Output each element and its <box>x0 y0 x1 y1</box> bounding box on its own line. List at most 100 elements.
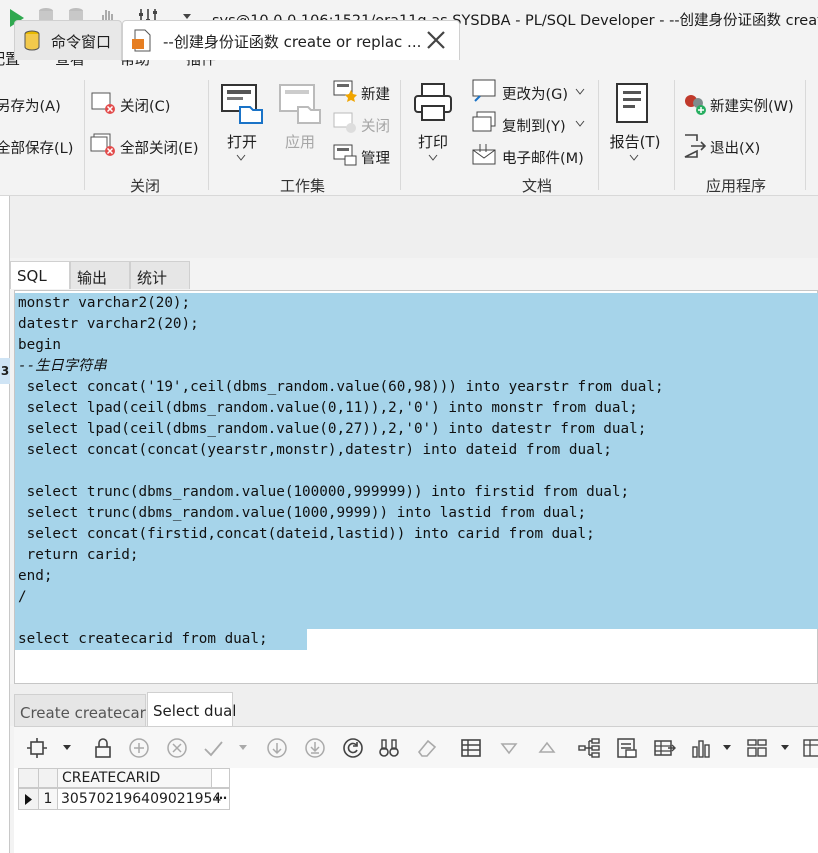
code-line: datestr varchar2(20); <box>18 316 199 332</box>
code-line: select lpad(ceil(dbms_random.value(0,11)… <box>18 400 638 416</box>
new-workset-icon <box>333 80 357 102</box>
exit-icon <box>684 134 707 158</box>
manage-workset-button[interactable]: 管理 <box>361 147 390 168</box>
left-panel-edge[interactable] <box>0 196 10 853</box>
apply-workset-icon <box>279 84 321 124</box>
record-selector-icon[interactable] <box>26 737 48 759</box>
new-instance-button[interactable]: 新建实例(W) <box>710 95 794 116</box>
exit-button[interactable]: 退出(X) <box>710 137 760 158</box>
report-button[interactable]: 报告(T) <box>606 131 664 152</box>
close-workset-button[interactable]: 关闭 <box>361 115 390 136</box>
workset-group-label: 工作集 <box>280 177 326 195</box>
tab-label: 命令窗口 <box>51 33 112 51</box>
layout-icon[interactable] <box>746 737 768 759</box>
change-to-icon <box>472 79 496 102</box>
export-results-icon[interactable] <box>654 737 676 759</box>
tab-create-createcarid[interactable]: Create createcarid <box>14 694 160 726</box>
chevron-down-icon[interactable] <box>575 120 585 128</box>
dropdown-arrow-icon[interactable] <box>62 744 72 752</box>
copy-to-icon <box>472 111 496 132</box>
current-row-arrow-icon <box>25 794 32 805</box>
open-workset-button[interactable]: 打开 <box>224 131 260 152</box>
result-grid[interactable]: CREATECARID 1 305702196409021954 … <box>14 768 818 853</box>
code-line: begin <box>18 337 62 353</box>
sql-editor[interactable]: monstr varchar2(20); datestr varchar2(20… <box>14 290 818 684</box>
row-number: 1 <box>38 788 58 810</box>
lock-icon[interactable] <box>92 737 114 759</box>
tab-output[interactable]: 输出 <box>70 261 130 289</box>
binoculars-icon[interactable] <box>378 737 400 759</box>
result-toolbar <box>14 726 818 768</box>
email-button[interactable]: 电子邮件(M) <box>502 147 584 168</box>
cell-ellipsis-button[interactable]: … <box>213 789 229 806</box>
eraser-icon[interactable] <box>416 737 438 759</box>
ribbon-separator <box>805 80 806 190</box>
ribbon-separator <box>400 80 401 190</box>
ribbon-separator <box>598 80 599 190</box>
close-all-button[interactable]: 全部关闭(E) <box>120 137 198 158</box>
code-line: select trunc(dbms_random.value(100000,99… <box>18 484 630 500</box>
code-line: return carid; <box>18 547 139 563</box>
ribbon-separator <box>208 80 209 190</box>
chevron-down-icon[interactable] <box>629 154 639 162</box>
post-changes-icon[interactable] <box>202 737 224 759</box>
code-line: select lpad(ceil(dbms_random.value(0,27)… <box>18 421 647 437</box>
code-comment: --生日字符串 <box>18 358 107 374</box>
new-workset-button[interactable]: 新建 <box>361 83 390 104</box>
row-indicator[interactable] <box>18 788 39 810</box>
change-to-button[interactable]: 更改为(G) <box>502 83 568 104</box>
code-line: / <box>18 589 27 605</box>
cell-createcarid[interactable]: 305702196409021954 <box>57 788 230 810</box>
close-workset-icon <box>333 112 356 133</box>
code-line: select concat(firstid,concat(dateid,last… <box>18 526 595 542</box>
dropdown-arrow-icon[interactable] <box>780 744 790 752</box>
save-as-button[interactable]: 另存为(A) <box>0 95 61 116</box>
print-icon <box>414 83 452 121</box>
document-tab-bar <box>10 196 818 258</box>
tab-select-dual[interactable]: Select dual <box>147 692 236 726</box>
code-line: select createcarid from dual; <box>18 631 268 647</box>
print-button[interactable]: 打印 <box>414 131 452 152</box>
left-panel-marker: 3 <box>0 358 10 384</box>
query-by-example-icon[interactable] <box>616 737 638 759</box>
code-line: monstr varchar2(20); <box>18 295 191 311</box>
ribbon-separator <box>84 80 85 190</box>
grid-options-icon[interactable] <box>802 737 818 759</box>
ribbon-separator <box>674 80 675 190</box>
tab-sql-window[interactable]: --创建身份证函数 create or replac ... <box>122 20 460 60</box>
add-record-icon[interactable] <box>128 737 150 759</box>
close-all-icon <box>90 133 115 156</box>
close-button[interactable]: 关闭(C) <box>120 95 170 116</box>
copy-to-button[interactable]: 复制到(Y) <box>502 115 566 136</box>
dropdown-arrow-icon[interactable] <box>238 744 248 752</box>
delete-record-icon[interactable] <box>166 737 188 759</box>
database-icon <box>24 30 40 51</box>
selection-highlight <box>15 293 818 629</box>
filter-up-icon[interactable] <box>536 737 558 759</box>
bar-chart-icon[interactable] <box>690 737 712 759</box>
new-instance-icon <box>685 95 706 115</box>
report-icon <box>616 83 648 123</box>
grid-corner <box>18 768 39 788</box>
single-record-view-icon[interactable] <box>460 737 482 759</box>
close-group-label: 关闭 <box>130 177 161 195</box>
tree-icon[interactable] <box>578 737 600 759</box>
fetch-next-icon[interactable] <box>266 737 288 759</box>
tab-command-window[interactable]: 命令窗口 <box>14 20 122 60</box>
column-header-createcarid[interactable]: CREATECARID <box>57 768 230 788</box>
tab-sql[interactable]: SQL <box>10 261 70 289</box>
chevron-down-icon[interactable] <box>428 154 438 162</box>
close-icon[interactable] <box>425 29 447 51</box>
dropdown-arrow-icon[interactable] <box>722 744 732 752</box>
tab-statistics[interactable]: 统计 <box>130 261 190 289</box>
save-all-button[interactable]: 全部保存(L) <box>0 137 73 158</box>
fetch-last-icon[interactable] <box>304 737 326 759</box>
refresh-icon[interactable] <box>342 737 364 759</box>
open-workset-icon <box>221 84 263 124</box>
filter-down-icon[interactable] <box>498 737 520 759</box>
chevron-down-icon[interactable] <box>575 88 585 96</box>
application-group-label: 应用程序 <box>706 177 767 195</box>
apply-workset-button[interactable]: 应用 <box>282 131 318 152</box>
grid-corner <box>38 768 58 788</box>
chevron-down-icon[interactable] <box>236 154 246 162</box>
